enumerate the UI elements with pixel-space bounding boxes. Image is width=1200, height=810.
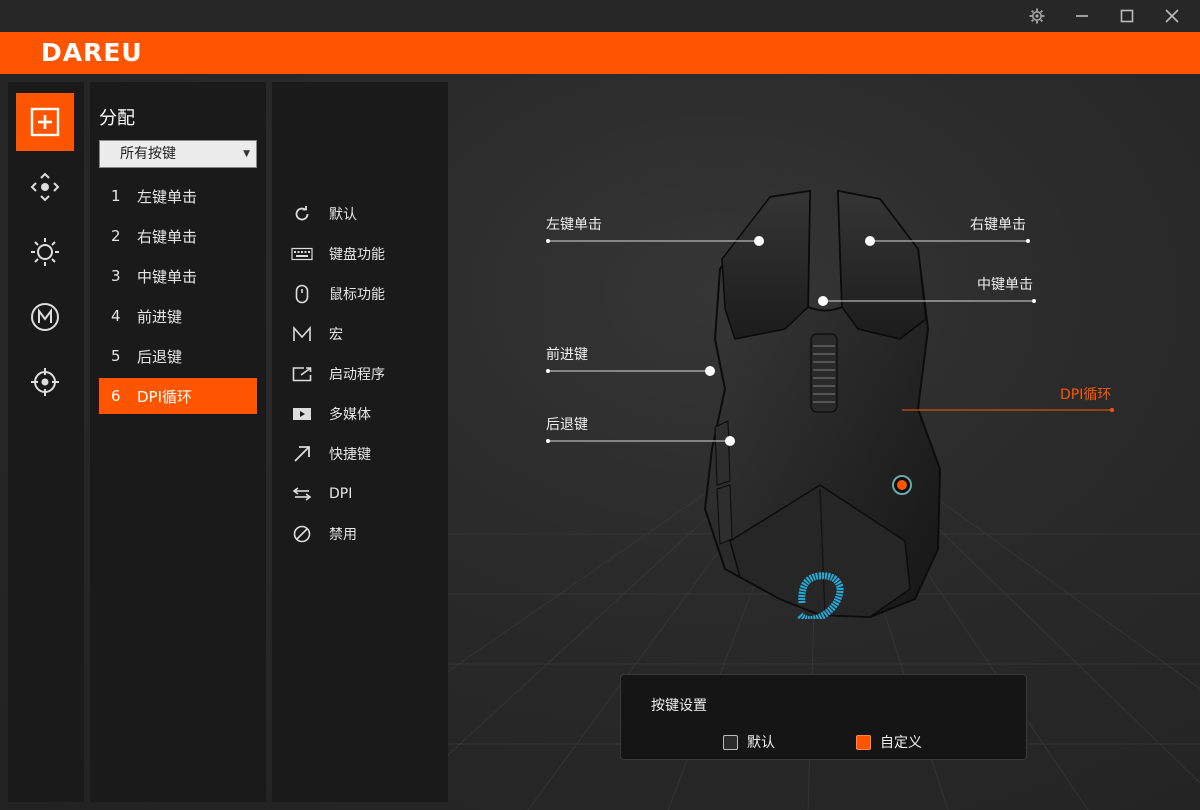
button-item-right-click[interactable]: 2 右键单击 bbox=[99, 218, 257, 254]
checkbox-checked[interactable] bbox=[856, 734, 871, 750]
nav-crosshair-icon[interactable] bbox=[16, 353, 74, 411]
panel-title: 分配 bbox=[99, 108, 135, 129]
button-label: 中键单击 bbox=[137, 267, 198, 286]
main-area: 分配 所有按键 ▼ 1 左键单击 2 右键单击 3 中键单击 4 前进键 5 后… bbox=[0, 74, 1200, 810]
callout-dpi-cycle[interactable]: DPI循环 bbox=[1060, 384, 1111, 404]
function-label: 键盘功能 bbox=[329, 247, 385, 263]
function-macro[interactable]: 宏 bbox=[290, 319, 440, 349]
function-mouse[interactable]: 鼠标功能 bbox=[290, 279, 440, 309]
button-label: 前进键 bbox=[137, 307, 183, 326]
keyboard-icon bbox=[290, 244, 314, 264]
button-label: 左键单击 bbox=[137, 187, 198, 206]
callout-back[interactable]: 后退键 bbox=[546, 414, 588, 434]
function-label: 启动程序 bbox=[329, 367, 385, 383]
nav-rail bbox=[8, 82, 84, 802]
button-number: 1 bbox=[111, 187, 121, 205]
callout-right-click[interactable]: 右键单击 bbox=[970, 214, 1026, 234]
button-label: 右键单击 bbox=[137, 227, 198, 246]
button-item-forward[interactable]: 4 前进键 bbox=[99, 298, 257, 334]
button-item-dpi-cycle[interactable]: 6 DPI循环 bbox=[99, 378, 257, 414]
title-bar bbox=[0, 0, 1200, 32]
callout-middle-click[interactable]: 中键单击 bbox=[977, 274, 1033, 294]
dropdown-value: 所有按键 bbox=[120, 146, 176, 162]
button-number: 2 bbox=[111, 227, 121, 245]
button-item-middle-click[interactable]: 3 中键单击 bbox=[99, 258, 257, 294]
function-label: 宏 bbox=[329, 327, 343, 343]
function-shortcut[interactable]: 快捷键 bbox=[290, 439, 440, 469]
nav-move-arrows-icon[interactable] bbox=[16, 158, 74, 216]
function-multimedia[interactable]: 多媒体 bbox=[290, 399, 440, 429]
close-icon[interactable] bbox=[1157, 4, 1187, 28]
swap-arrows-icon bbox=[290, 484, 314, 504]
function-label: 禁用 bbox=[329, 527, 357, 543]
button-label: 后退键 bbox=[137, 347, 183, 366]
key-settings-box: 按键设置 默认 自定义 bbox=[620, 674, 1027, 760]
nav-assign-plus-icon[interactable] bbox=[16, 93, 74, 151]
option-custom-checkbox[interactable]: 自定义 bbox=[856, 732, 922, 752]
button-item-left-click[interactable]: 1 左键单击 bbox=[99, 178, 257, 214]
settings-gear-icon[interactable] bbox=[1022, 4, 1052, 28]
launch-icon bbox=[290, 364, 314, 384]
chevron-down-icon: ▼ bbox=[243, 149, 250, 159]
assign-panel: 分配 所有按键 ▼ 1 左键单击 2 右键单击 3 中键单击 4 前进键 5 后… bbox=[90, 82, 266, 802]
button-item-back[interactable]: 5 后退键 bbox=[99, 338, 257, 374]
refresh-icon bbox=[290, 204, 314, 224]
function-keyboard[interactable]: 键盘功能 bbox=[290, 239, 440, 269]
nav-brightness-icon[interactable] bbox=[16, 223, 74, 281]
function-label: DPI bbox=[329, 486, 353, 502]
function-dpi[interactable]: DPI bbox=[290, 479, 440, 509]
function-panel: 默认 键盘功能 鼠标功能 宏 启动程序 多媒体 快捷键 DPI 禁用 bbox=[272, 82, 448, 802]
macro-icon bbox=[290, 324, 314, 344]
minimize-icon[interactable] bbox=[1067, 4, 1097, 28]
button-number: 5 bbox=[111, 347, 121, 365]
checkbox-unchecked[interactable] bbox=[723, 734, 738, 750]
function-launch-program[interactable]: 启动程序 bbox=[290, 359, 440, 389]
option-label: 自定义 bbox=[880, 735, 922, 751]
button-number: 6 bbox=[111, 387, 121, 405]
function-label: 默认 bbox=[329, 207, 357, 223]
media-icon bbox=[290, 404, 314, 424]
option-label: 默认 bbox=[747, 735, 775, 751]
button-label: DPI循环 bbox=[137, 387, 193, 406]
function-default[interactable]: 默认 bbox=[290, 199, 440, 229]
function-label: 多媒体 bbox=[329, 407, 371, 423]
mouse-icon bbox=[290, 284, 314, 304]
function-disable[interactable]: 禁用 bbox=[290, 519, 440, 549]
function-label: 鼠标功能 bbox=[329, 287, 385, 303]
button-number: 4 bbox=[111, 307, 121, 325]
function-label: 快捷键 bbox=[329, 447, 371, 463]
callout-left-click[interactable]: 左键单击 bbox=[546, 214, 602, 234]
callout-lines bbox=[546, 236, 1114, 446]
button-filter-dropdown[interactable]: 所有按键 ▼ bbox=[99, 140, 257, 168]
dareu-logo: DAREU bbox=[41, 38, 143, 67]
brand-bar: DAREU bbox=[0, 32, 1200, 74]
shortcut-arrow-icon bbox=[290, 444, 314, 464]
maximize-icon[interactable] bbox=[1112, 4, 1142, 28]
option-default-checkbox[interactable]: 默认 bbox=[723, 732, 775, 752]
button-number: 3 bbox=[111, 267, 121, 285]
disable-icon bbox=[290, 524, 314, 544]
nav-macro-m-icon[interactable] bbox=[16, 288, 74, 346]
callout-forward[interactable]: 前进键 bbox=[546, 344, 588, 364]
key-settings-title: 按键设置 bbox=[651, 698, 707, 714]
